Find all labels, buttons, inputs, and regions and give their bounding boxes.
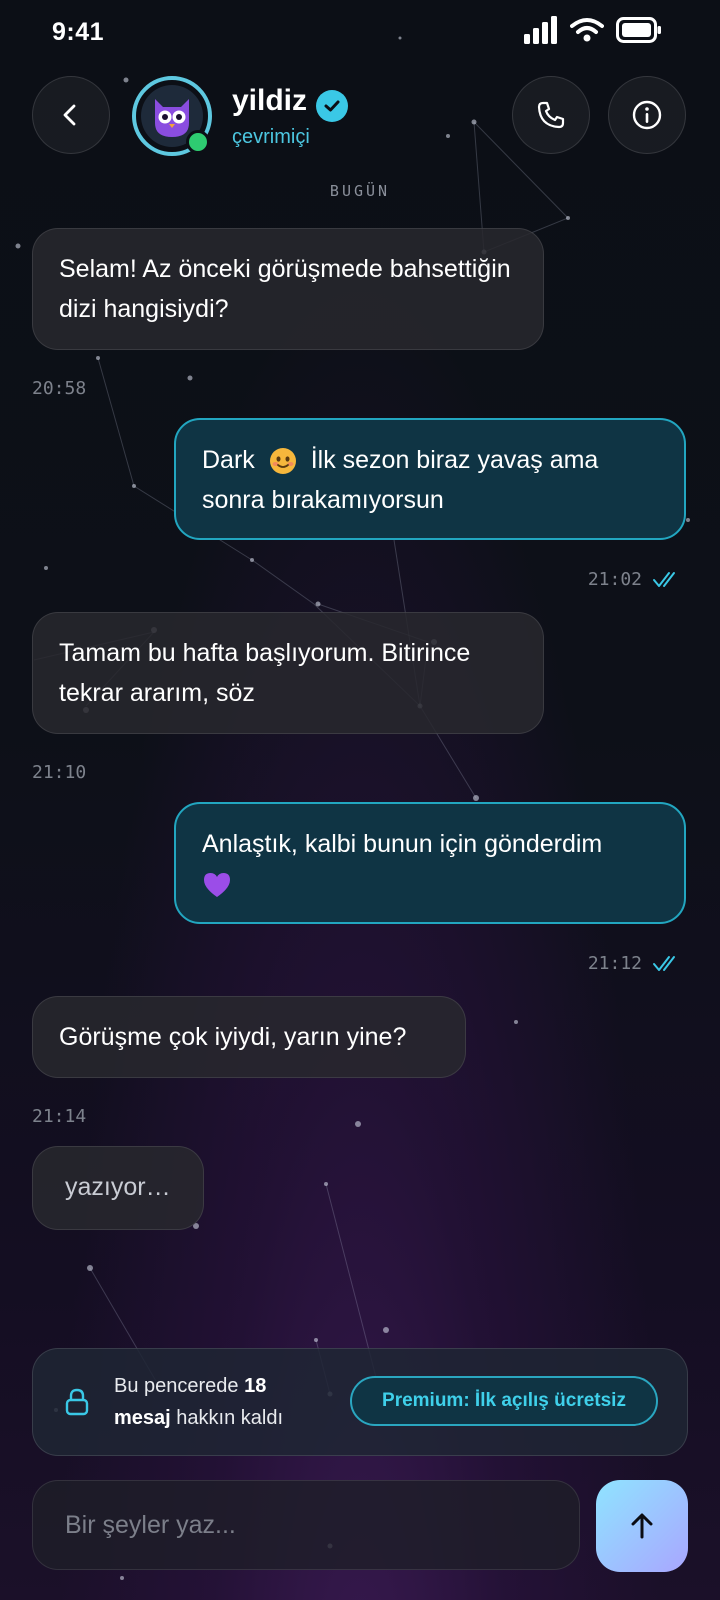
message-text: İlk sezon biraz yavaş ama sonra bırakamı… (202, 446, 599, 514)
contact-name[interactable]: yildiz (232, 84, 307, 118)
message-text: Tamam bu hafta başlıyorum. Bitirince tek… (59, 639, 471, 707)
date-separator: BUGÜN (329, 182, 391, 200)
message-meta: 21:12 (588, 953, 682, 974)
status-bar-icons (524, 16, 662, 44)
purple-heart-emoji (204, 873, 230, 898)
quota-prefix: Bu pencerede (114, 1375, 239, 1397)
quota-unit: mesaj (114, 1407, 171, 1429)
chevron-left-icon (63, 104, 76, 126)
message-text: Selam! Az önceki görüşmede bahsettiğin d… (59, 255, 511, 323)
message-time: 21:14 (32, 1106, 87, 1127)
wifi-icon (570, 18, 604, 42)
info-button[interactable] (608, 76, 686, 154)
message-time: 21:02 (587, 569, 642, 590)
message-time: 21:12 (587, 953, 642, 974)
message-time: 21:10 (32, 762, 87, 783)
back-button[interactable] (32, 76, 110, 154)
signal-icon (524, 16, 557, 44)
message-text: Anlaştık, kalbi bunun için gönderdim (202, 830, 603, 858)
premium-button[interactable]: Premium: İlk açılış ücretsiz (350, 1376, 658, 1426)
owl-avatar-icon (155, 99, 189, 137)
status-bar-time: 9:41 (52, 18, 105, 46)
lock-icon (65, 1388, 89, 1416)
quota-suffix: hakkın kaldı (176, 1407, 284, 1429)
message-input-container[interactable] (32, 1480, 580, 1570)
arrow-up-icon (631, 1513, 653, 1539)
call-button[interactable] (512, 76, 590, 154)
quota-text: Bu pencerede 18 mesaj hakkın kaldı (114, 1370, 334, 1434)
contact-status: çevrimiçi (232, 126, 310, 148)
message-time: 20:58 (32, 378, 87, 399)
typing-indicator: yazıyor… (32, 1146, 204, 1230)
battery-icon (616, 17, 661, 43)
double-check-icon (653, 571, 675, 587)
verified-badge-icon (316, 90, 348, 122)
message-bubble-incoming[interactable]: Tamam bu hafta başlıyorum. Bitirince tek… (32, 612, 544, 734)
message-text: Dark (202, 446, 255, 474)
smiling-face-emoji (269, 448, 296, 475)
info-icon (632, 100, 662, 130)
message-bubble-outgoing[interactable]: Anlaştık, kalbi bunun için gönderdim (174, 802, 686, 924)
phone-icon (537, 101, 565, 129)
message-input[interactable] (63, 1509, 549, 1541)
quota-count: 18 (244, 1375, 267, 1397)
typing-text: yazıyor… (65, 1173, 171, 1201)
message-meta: 21:02 (588, 569, 682, 590)
message-bubble-outgoing[interactable]: Dark İlk sezon biraz yavaş ama sonra bır… (174, 418, 686, 540)
message-text: Görüşme çok iyiydi, yarın yine? (59, 1023, 407, 1051)
double-check-icon (653, 955, 675, 971)
message-bubble-incoming[interactable]: Görüşme çok iyiydi, yarın yine? (32, 996, 466, 1078)
online-indicator (186, 130, 210, 154)
send-button[interactable] (596, 1480, 688, 1572)
message-bubble-incoming[interactable]: Selam! Az önceki görüşmede bahsettiğin d… (32, 228, 544, 350)
